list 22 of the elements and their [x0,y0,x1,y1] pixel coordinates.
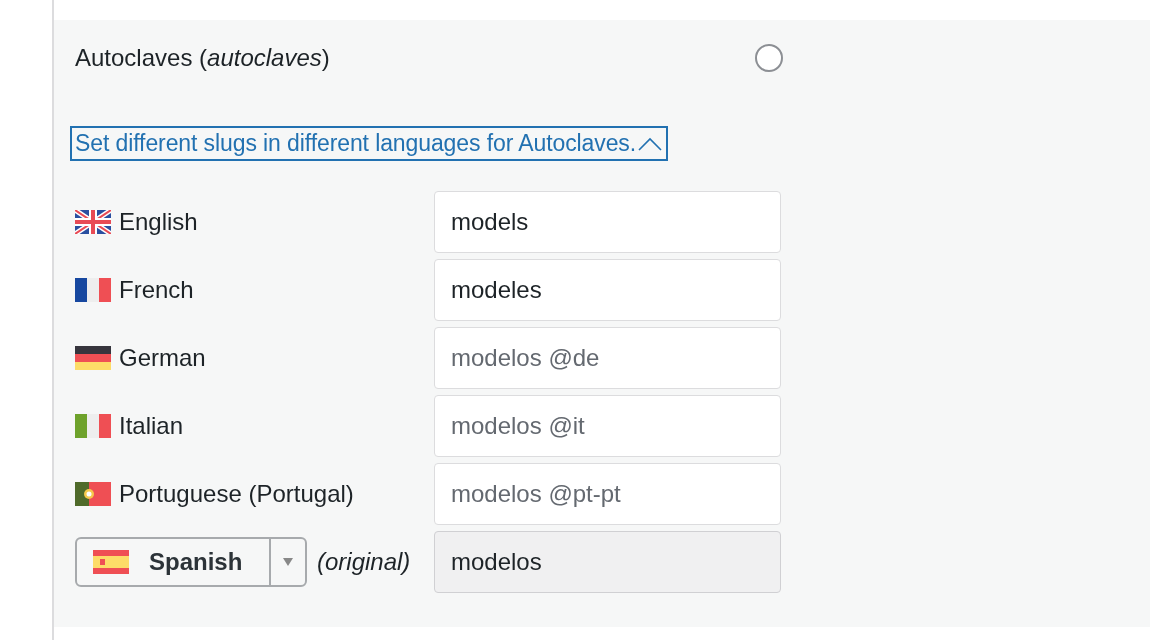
language-label: French [119,276,194,304]
flag-icon [75,346,111,370]
language-label: Italian [119,412,184,440]
radio-button[interactable] [755,44,783,72]
slug-input[interactable]: modeles [434,259,781,321]
language-label: German [119,344,206,372]
chevron-icon [638,136,663,151]
slug-input[interactable]: modelos @de [434,327,781,389]
slug-input[interactable]: modelos @pt-pt [434,463,781,525]
toggle-link[interactable]: Set different slugs in different languages for Autoclaves. [70,126,669,161]
slug-input[interactable]: models [434,191,781,253]
caret-icon [283,558,293,566]
language-label: English [119,208,198,236]
item-title: Autoclaves (autoclaves) [75,44,330,72]
flag-icon [75,414,111,438]
flag-icon [75,482,111,506]
slug-input[interactable]: modelos @it [434,395,781,457]
flag-icon [75,278,111,302]
flag-icon [93,550,129,574]
flag-icon [75,210,111,234]
language-label: Portuguese (Portugal) [119,480,354,508]
original-note: (original) [317,548,411,576]
